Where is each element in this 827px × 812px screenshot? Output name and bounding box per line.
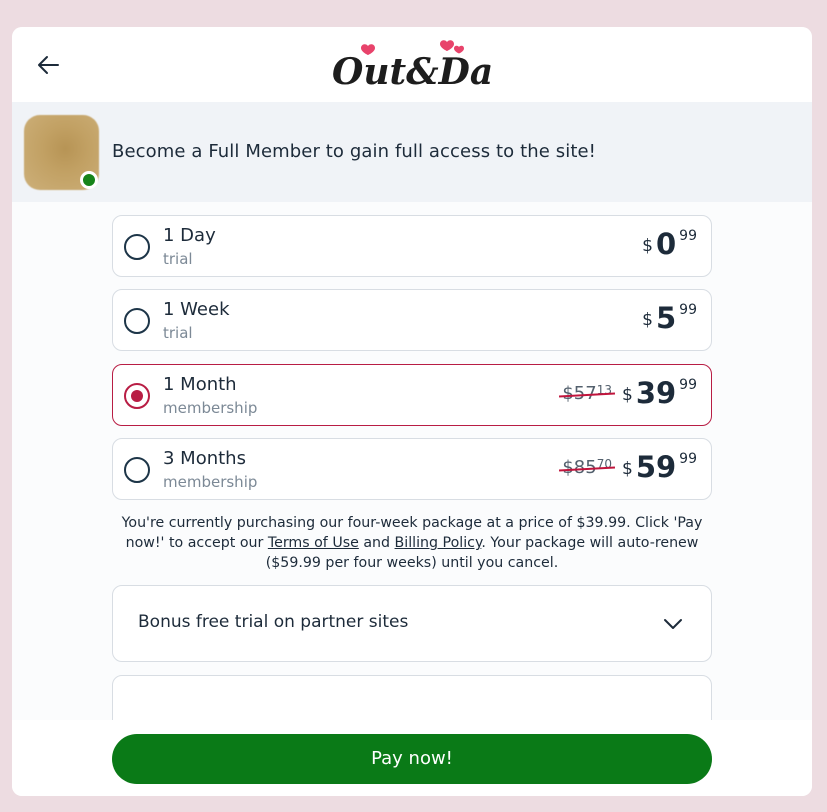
currency-symbol: $ [621,459,633,479]
price-whole: 39 [635,376,677,410]
pay-now-button[interactable]: Pay now! [112,734,712,784]
membership-promo-banner: Become a Full Member to gain full access… [12,102,812,202]
radio-button-selected[interactable] [124,383,150,409]
plan-title: 1 Month [163,374,237,395]
bonus-trial-label: Bonus free trial on partner sites [138,612,409,632]
heart-icon [440,40,454,51]
chevron-down-icon[interactable] [661,612,685,636]
plan-subtitle: membership [163,399,258,417]
purchase-notice: You're currently purchasing our four-wee… [108,513,716,573]
old-price: $5713 [559,383,615,404]
promo-text: Become a Full Member to gain full access… [112,141,596,162]
plan-price: $ 5 99 [642,302,697,342]
terms-of-use-link[interactable]: Terms of Use [268,535,359,551]
plan-title: 1 Week [163,299,230,320]
footer-bar: Pay now! [12,720,812,796]
price-whole: 5 [655,301,677,335]
billing-policy-link[interactable]: Billing Policy [395,535,482,551]
notice-text: and [358,535,395,551]
price-cents: 99 [679,302,697,318]
plan-price: $5713 $ 39 99 [559,376,697,417]
back-arrow-icon[interactable] [34,51,62,79]
plan-subtitle: membership [163,473,258,491]
price-cents: 99 [679,377,697,393]
radio-selected-dot [131,390,143,402]
price-whole: 0 [655,227,677,261]
plan-title: 1 Day [163,225,216,246]
plan-price: $8570 $ 59 99 [559,450,697,491]
radio-button[interactable] [124,308,150,334]
radio-button[interactable] [124,457,150,483]
price-cents: 99 [679,451,697,467]
plan-subtitle: trial [163,324,193,342]
plan-title: 3 Months [163,448,246,469]
outdate-logo[interactable]: Out&Date [330,37,533,93]
currency-symbol: $ [642,310,653,330]
plan-option-1-month[interactable]: 1 Month membership $5713 $ 39 99 [112,364,712,426]
radio-button[interactable] [124,234,150,260]
online-status-dot [80,171,98,189]
plan-price: $ 0 99 [642,228,697,268]
top-header: Out&Date [12,27,812,102]
currency-symbol: $ [621,385,633,405]
logo-text: Out&Date [332,51,495,92]
plan-subtitle: trial [163,250,193,268]
old-price: $8570 [559,457,615,478]
plan-option-1-day[interactable]: 1 Day trial $ 0 99 [112,215,712,277]
currency-symbol: $ [642,236,653,256]
checkout-card: Out&Date Become a Full Member to gain fu… [12,27,812,796]
plan-option-3-months[interactable]: 3 Months membership $8570 $ 59 99 [112,438,712,500]
price-whole: 59 [635,450,677,484]
plan-option-1-week[interactable]: 1 Week trial $ 5 99 [112,289,712,351]
bonus-trial-accordion[interactable]: Bonus free trial on partner sites [112,585,712,662]
price-cents: 99 [679,228,697,244]
